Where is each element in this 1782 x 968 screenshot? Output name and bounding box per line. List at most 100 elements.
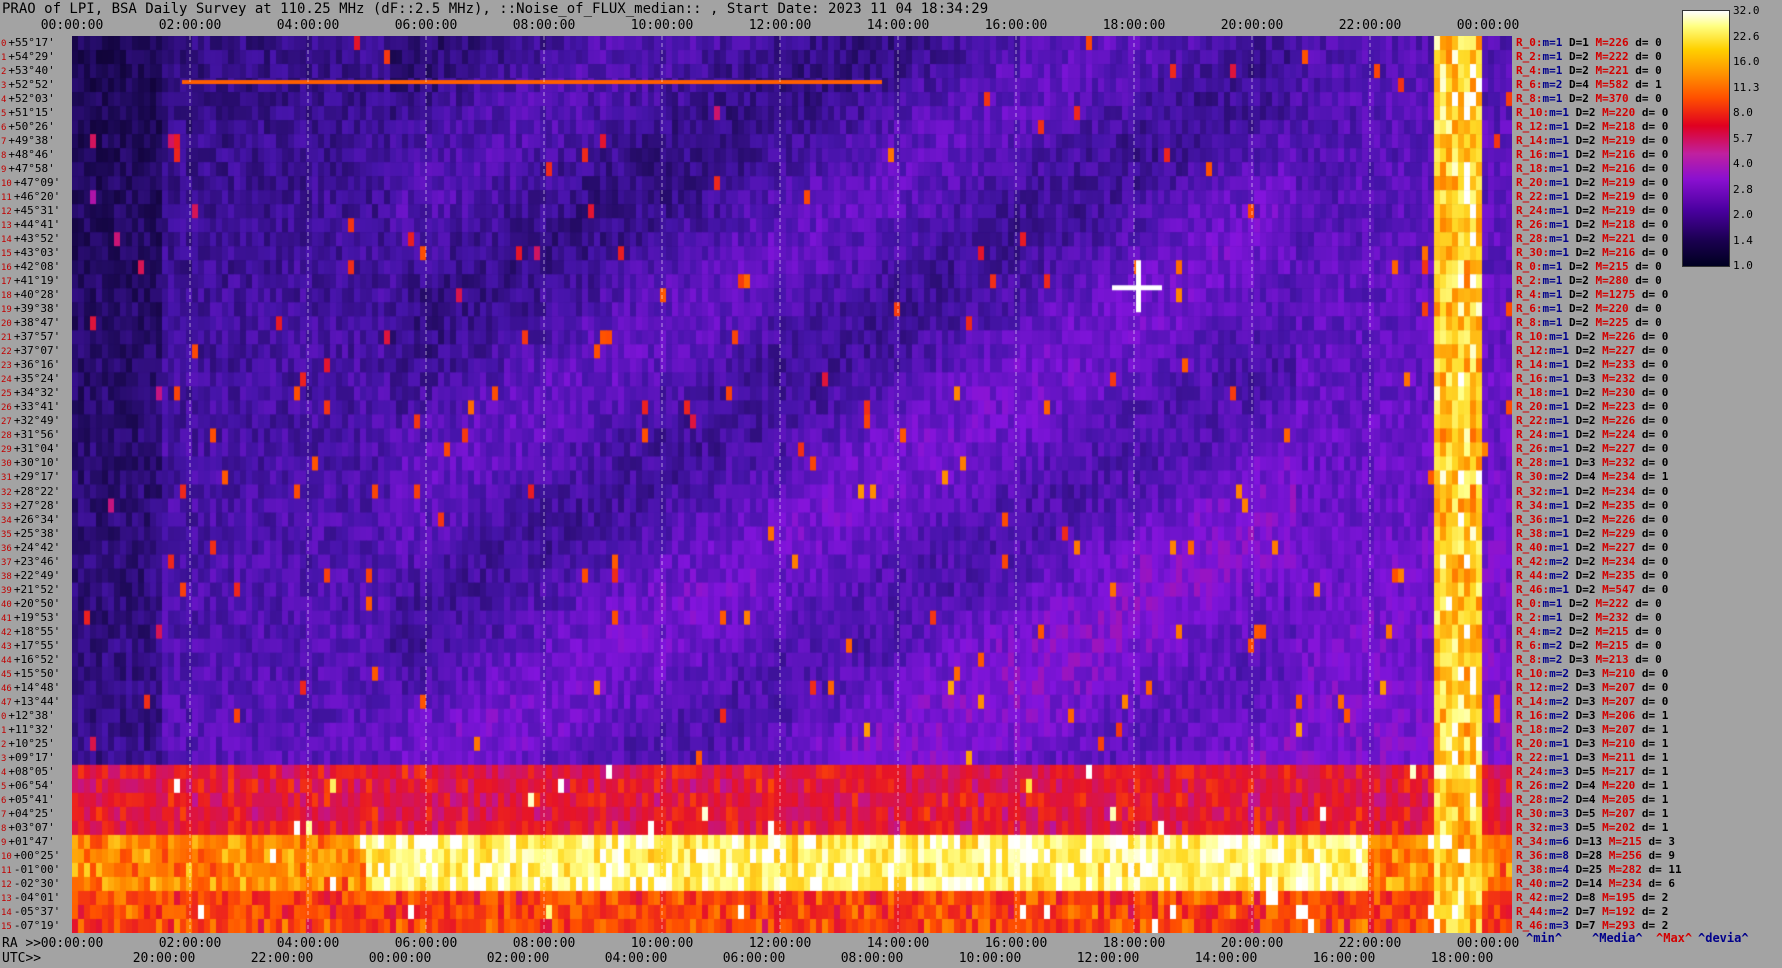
row-stat-D: D=5	[1569, 764, 1596, 778]
row-index: 10	[1, 851, 12, 862]
row-stat: R_16:m=1 D=3 M=232 d= 0	[1516, 373, 1668, 384]
row-stat-d: d= 0	[1635, 428, 1669, 442]
row-stat-M: M=219	[1595, 204, 1636, 218]
row-stat-D: D=8	[1569, 890, 1596, 904]
row-stat-m: m=1	[1549, 414, 1569, 428]
row-stat-M: M=207	[1595, 694, 1636, 708]
row-stat-D: D=3	[1569, 456, 1596, 470]
row-index: 5	[1, 109, 7, 120]
row-stat: R_36:m=8 D=28 M=256 d= 9	[1516, 850, 1675, 861]
row-stat-D: D=2	[1569, 246, 1596, 260]
row-index: 42	[1, 627, 12, 638]
declination-value: +00°25'	[13, 848, 61, 862]
row-stat-M: M=223	[1595, 400, 1636, 414]
row-stat: R_12:m=1 D=2 M=227 d= 0	[1516, 345, 1668, 356]
row-stat-d: d= 0	[1635, 442, 1669, 456]
row-stat-M: M=370	[1588, 92, 1629, 106]
declination-label: 25 +34°32'	[1, 387, 60, 400]
row-stat: R_26:m=1 D=2 M=218 d= 0	[1516, 219, 1668, 230]
row-index: 7	[1, 809, 7, 820]
heatmap-gridlines	[189, 36, 1371, 933]
row-stat-m: m=2	[1549, 904, 1569, 918]
row-stat-r: R_10:	[1516, 666, 1550, 680]
top-axis-tick-label: 14:00:00	[866, 18, 930, 33]
row-index: 37	[1, 557, 12, 568]
row-stat-d: d= 0	[1635, 568, 1669, 582]
declination-value: +44°41'	[13, 218, 61, 232]
row-stat-D: D=2	[1569, 442, 1596, 456]
row-stat-M: M=213	[1588, 652, 1629, 666]
row-stat-M: M=207	[1595, 722, 1636, 736]
row-index: 11	[1, 193, 12, 204]
row-stat-m: m=1	[1549, 750, 1569, 764]
row-stat-D: D=2	[1569, 106, 1596, 120]
declination-label: 15 +43°03'	[1, 247, 60, 260]
row-stat: R_2:m=1 D=2 M=232 d= 0	[1516, 612, 1662, 623]
ra-axis-tick-label: 02:00:00	[158, 936, 222, 951]
row-stat-M: M=226	[1595, 512, 1636, 526]
declination-label: 35 +25°38'	[1, 528, 60, 541]
row-stat-r: R_42:	[1516, 554, 1550, 568]
declination-label: 20 +38°47'	[1, 317, 60, 330]
declination-label: 2 +53°40'	[1, 65, 55, 78]
row-index: 8	[1, 151, 7, 162]
row-stat-d: d= 2	[1635, 890, 1669, 904]
row-stat-D: D=2	[1562, 92, 1589, 106]
declination-value: +23°46'	[13, 554, 61, 568]
row-stat-D: D=2	[1569, 120, 1596, 134]
row-stat-d: d= 0	[1628, 610, 1662, 624]
declination-label: 22 +37°07'	[1, 345, 60, 358]
row-stat-m: m=1	[1549, 582, 1569, 596]
row-index: 17	[1, 277, 12, 288]
row-stat-r: R_16:	[1516, 708, 1550, 722]
declination-value: +41°19'	[13, 274, 61, 288]
row-stat-m: m=1	[1549, 456, 1569, 470]
row-index: 2	[1, 739, 7, 750]
declination-label: 30 +30°10'	[1, 457, 60, 470]
row-stat-M: M=215	[1588, 638, 1629, 652]
declination-label: 38 +22°49'	[1, 570, 60, 583]
declination-label: 8 +03°07'	[1, 822, 55, 835]
row-stat-r: R_34:	[1516, 498, 1550, 512]
row-stat-d: d= 11	[1641, 862, 1682, 876]
ra-axis-tick-label: 00:00:00	[1456, 936, 1520, 951]
row-stat-D: D=2	[1562, 64, 1589, 78]
row-stat-r: R_20:	[1516, 400, 1550, 414]
row-stat-m: m=4	[1549, 862, 1569, 876]
declination-value: +52°03'	[8, 92, 55, 106]
declination-value: +47°58'	[8, 162, 55, 176]
row-stat-D: D=2	[1569, 386, 1596, 400]
row-stat-D: D=2	[1569, 232, 1596, 246]
row-stat-m: m=2	[1542, 638, 1563, 652]
declination-value: +45°31'	[13, 204, 61, 218]
top-axis-tick-label: 20:00:00	[1220, 18, 1284, 33]
declination-value: +14°48'	[13, 680, 61, 694]
colorbar-tick-label: 22.6	[1733, 29, 1760, 43]
row-stat-r: R_32:	[1516, 484, 1550, 498]
row-stat-m: m=1	[1542, 36, 1563, 49]
row-stat-d: d= 0	[1635, 666, 1669, 680]
declination-value: +53°40'	[8, 64, 55, 78]
declination-label: 1 +54°29'	[1, 51, 55, 64]
row-stat-d: d= 0	[1628, 302, 1662, 316]
row-stat-m: m=1	[1549, 540, 1569, 554]
declination-label: 4 +52°03'	[1, 93, 55, 106]
row-stat-r: R_26:	[1516, 442, 1550, 456]
row-stat-d: d= 1	[1635, 736, 1669, 750]
declination-label: 10 +47°09'	[1, 177, 60, 190]
row-stat-D: D=2	[1562, 638, 1589, 652]
row-stat: R_28:m=1 D=3 M=232 d= 0	[1516, 457, 1668, 468]
row-stat-r: R_12:	[1516, 120, 1550, 134]
row-stat-r: R_28:	[1516, 232, 1550, 246]
row-stat-D: D=2	[1569, 204, 1596, 218]
row-stat-d: d= 0	[1635, 148, 1669, 162]
declination-value: +47°09'	[13, 176, 61, 190]
row-index: 34	[1, 515, 12, 526]
row-stat-r: R_24:	[1516, 204, 1550, 218]
row-stat-M: M=220	[1595, 106, 1636, 120]
declination-label: 6 +05°41'	[1, 794, 55, 807]
row-stat-r: R_24:	[1516, 428, 1550, 442]
row-stat-M: M=219	[1595, 176, 1636, 190]
colorbar-tick-label: 5.7	[1733, 131, 1753, 145]
row-stat-d: d= 0	[1635, 694, 1669, 708]
